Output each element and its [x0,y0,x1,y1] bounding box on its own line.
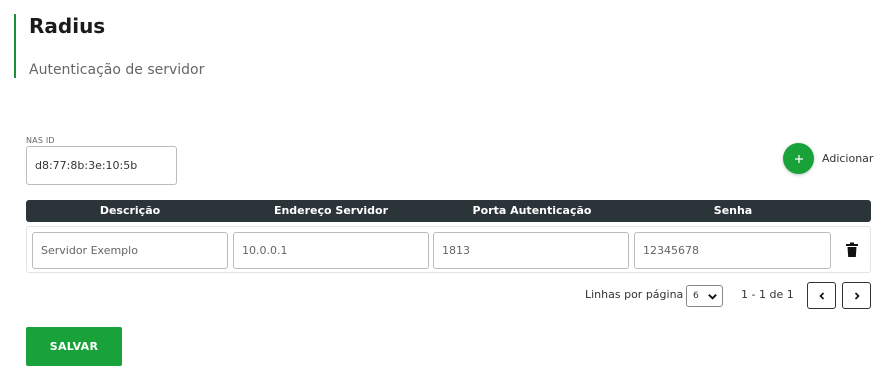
table-header: Descrição Endereço Servidor Porta Autent… [26,200,871,222]
column-header-endereco: Endereço Servidor [273,204,389,217]
column-header-porta: Porta Autenticação [472,204,592,217]
page-subtitle: Autenticação de servidor [29,62,205,78]
senha-input[interactable] [634,232,831,269]
porta-autenticacao-input[interactable] [433,232,629,269]
add-server-button[interactable]: Adicionar [783,143,873,174]
nas-id-label: NAS ID [26,136,55,145]
endereco-servidor-input[interactable] [233,232,429,269]
chevron-right-icon [854,291,860,300]
chevron-down-icon [708,294,717,300]
rows-per-page-select[interactable]: 6 [686,285,723,307]
table-row [26,226,871,273]
column-header-senha: Senha [713,204,753,217]
chevron-left-icon [818,291,824,300]
previous-page-button[interactable] [807,282,836,309]
nas-id-input[interactable] [26,146,177,185]
add-server-label[interactable]: Adicionar [822,152,873,165]
save-button[interactable]: SALVAR [26,327,122,366]
next-page-button[interactable] [842,282,871,309]
column-header-descricao: Descrição [99,204,161,217]
rows-per-page-label: Linhas por página [585,288,684,301]
rows-per-page-value: 6 [693,291,699,301]
trash-icon[interactable] [845,242,859,258]
header-accent-bar [14,14,16,78]
radius-page: Radius Autenticação de servidor NAS ID A… [0,0,894,383]
pagination-range: 1 - 1 de 1 [741,288,794,301]
descricao-input[interactable] [32,232,228,269]
page-title: Radius [29,14,106,38]
plus-icon[interactable] [783,143,814,174]
